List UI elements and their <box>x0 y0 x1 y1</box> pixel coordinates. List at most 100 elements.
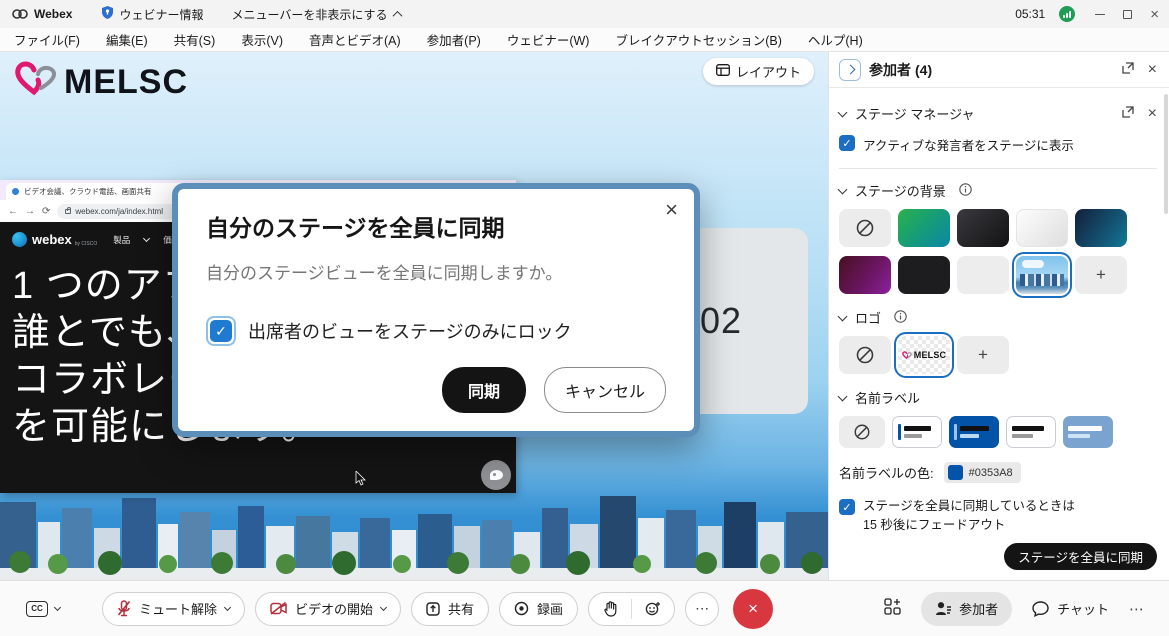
chevron-down-icon[interactable] <box>838 107 848 117</box>
melsc-heart-icon <box>902 351 912 360</box>
bg-swatch-black[interactable] <box>898 256 950 294</box>
active-speaker-checkbox[interactable]: ✓ <box>839 135 855 151</box>
webex-logo-icon <box>12 8 28 20</box>
menu-file[interactable]: ファイル(F) <box>14 30 80 49</box>
reactions-button[interactable] <box>632 593 674 625</box>
logo-swatch-melsc-selected[interactable]: MELSC <box>898 336 950 374</box>
panel-collapse-button[interactable] <box>839 59 861 81</box>
bg-swatch-teal-gradient[interactable] <box>1075 209 1127 247</box>
chevron-down-icon[interactable] <box>838 391 848 401</box>
menu-participants[interactable]: 参加者(P) <box>427 30 481 49</box>
browser-forward-icon[interactable]: → <box>25 206 35 217</box>
window-maximize-button[interactable] <box>1123 10 1132 19</box>
toolbar-overflow-button[interactable]: ⋯ <box>1129 600 1145 618</box>
name-label-color-picker[interactable]: #0353A8 <box>944 462 1021 483</box>
logo-swatch-none[interactable] <box>839 336 891 374</box>
chat-label: チャット <box>1057 599 1109 618</box>
name-label-style-3[interactable] <box>1006 416 1056 448</box>
panel-header: 参加者 (4) × <box>829 52 1169 88</box>
participants-icon <box>935 601 951 616</box>
bg-swatch-light-gray[interactable] <box>957 256 1009 294</box>
browser-reload-icon[interactable]: ⟳ <box>42 206 50 217</box>
meeting-timer: 05:31 <box>1015 7 1045 21</box>
meeting-controls-toolbar: CC ミュート解除 ビデオの開始 <box>0 580 1169 636</box>
stage-manager-section: ステージ マネージャ × ✓ アクティブな発言者をステージに表示 ステージの背景 <box>829 88 1169 580</box>
menu-view[interactable]: 表示(V) <box>241 30 283 49</box>
bg-swatch-green-gradient[interactable] <box>898 209 950 247</box>
menu-edit[interactable]: 編集(E) <box>106 30 148 49</box>
bg-swatch-none[interactable] <box>839 209 891 247</box>
menu-share[interactable]: 共有(S) <box>174 30 216 49</box>
lock-view-checkbox-label: 出席者のビューをステージのみにロック <box>248 318 572 344</box>
name-label-style-1-selected[interactable] <box>892 416 942 448</box>
chat-button[interactable]: チャット <box>1032 599 1109 618</box>
chevron-down-icon[interactable] <box>838 311 848 321</box>
start-video-label: ビデオの開始 <box>295 599 373 618</box>
panel-close-button[interactable]: × <box>1148 62 1157 78</box>
webinar-info-button[interactable]: ウェビナー情報 <box>102 6 203 23</box>
stage-manager-close-button[interactable]: × <box>1148 106 1157 122</box>
stage-background-title: ステージの背景 <box>855 181 946 200</box>
name-label-none[interactable] <box>839 416 885 448</box>
app-name: Webex <box>34 7 72 21</box>
chevron-down-icon[interactable] <box>838 184 848 194</box>
webex-site-logo-icon <box>12 232 27 247</box>
window-minimize-button[interactable] <box>1095 14 1105 15</box>
participants-panel: 参加者 (4) × ステージ マネージャ × <box>828 52 1169 580</box>
window-close-button[interactable]: × <box>1150 6 1159 23</box>
site-chat-assistant-button[interactable] <box>481 460 511 490</box>
connection-quality-icon[interactable] <box>1059 6 1075 22</box>
mouse-cursor <box>355 471 366 491</box>
stage-manager-popout-icon[interactable] <box>1122 106 1134 121</box>
participants-button[interactable]: 参加者 <box>921 592 1012 626</box>
bg-swatch-city-selected[interactable] <box>1016 256 1068 294</box>
unmute-button[interactable]: ミュート解除 <box>102 592 245 626</box>
background-swatches-row-2: + <box>839 256 1157 294</box>
closed-captions-button[interactable]: CC <box>26 601 60 617</box>
apps-button[interactable] <box>884 598 901 620</box>
apps-grid-icon <box>884 598 901 615</box>
name-label-color-label: 名前ラベルの色: <box>839 463 934 482</box>
checkbox-check-icon: ✓ <box>210 320 232 342</box>
fade-out-checkbox[interactable]: ✓ <box>839 499 855 515</box>
info-icon[interactable] <box>959 183 972 199</box>
participant-count: (4) <box>915 62 932 78</box>
hide-menubar-button[interactable]: メニューバーを非表示にする <box>231 6 400 23</box>
bg-add-button[interactable]: + <box>1075 256 1127 294</box>
chevron-down-icon <box>143 234 150 241</box>
menu-webinar[interactable]: ウェビナー(W) <box>507 30 590 49</box>
leave-meeting-button[interactable]: × <box>733 589 773 629</box>
menu-help[interactable]: ヘルプ(H) <box>808 30 863 49</box>
logo-tile-text: MELSC <box>914 350 947 360</box>
bg-swatch-white[interactable] <box>1016 209 1068 247</box>
menubar: ファイル(F) 編集(E) 共有(S) 表示(V) 音声とビデオ(A) 参加者(… <box>0 28 1169 52</box>
menu-audio-video[interactable]: 音声とビデオ(A) <box>309 30 401 49</box>
share-button[interactable]: 共有 <box>411 592 489 626</box>
cancel-button[interactable]: キャンセル <box>544 367 666 413</box>
menu-breakout[interactable]: ブレイクアウトセッション(B) <box>615 30 781 49</box>
name-label-style-4[interactable] <box>1063 416 1113 448</box>
panel-popout-icon[interactable] <box>1122 61 1134 79</box>
mic-muted-icon <box>117 600 131 617</box>
lock-view-checkbox[interactable]: ✓ <box>206 316 236 346</box>
unmute-label: ミュート解除 <box>139 599 217 618</box>
more-options-button[interactable]: ⋯ <box>685 592 719 626</box>
logo-add-button[interactable]: + <box>957 336 1009 374</box>
record-button[interactable]: 録画 <box>499 592 578 626</box>
panel-scrollbar[interactable] <box>1164 94 1168 214</box>
bg-swatch-purple-gradient[interactable] <box>839 256 891 294</box>
site-nav-products[interactable]: 製品 <box>113 234 130 246</box>
webex-app-window: Webex ウェビナー情報 メニューバーを非表示にする 05:31 × ファイル… <box>0 0 1169 636</box>
dialog-close-button[interactable]: × <box>665 199 678 221</box>
browser-back-icon[interactable]: ← <box>8 206 18 217</box>
sync-stage-to-all-button[interactable]: ステージを全員に同期 <box>1004 543 1157 570</box>
fade-label-line-2: 15 秒後にフェードアウト <box>863 518 1005 532</box>
layout-button[interactable]: レイアウト <box>703 58 814 85</box>
sync-button[interactable]: 同期 <box>442 367 526 413</box>
info-icon[interactable] <box>894 310 907 326</box>
bg-swatch-dark[interactable] <box>957 209 1009 247</box>
start-video-button[interactable]: ビデオの開始 <box>255 592 401 626</box>
raise-hand-button[interactable] <box>589 593 631 625</box>
section-divider <box>839 168 1157 169</box>
name-label-style-2[interactable] <box>949 416 999 448</box>
